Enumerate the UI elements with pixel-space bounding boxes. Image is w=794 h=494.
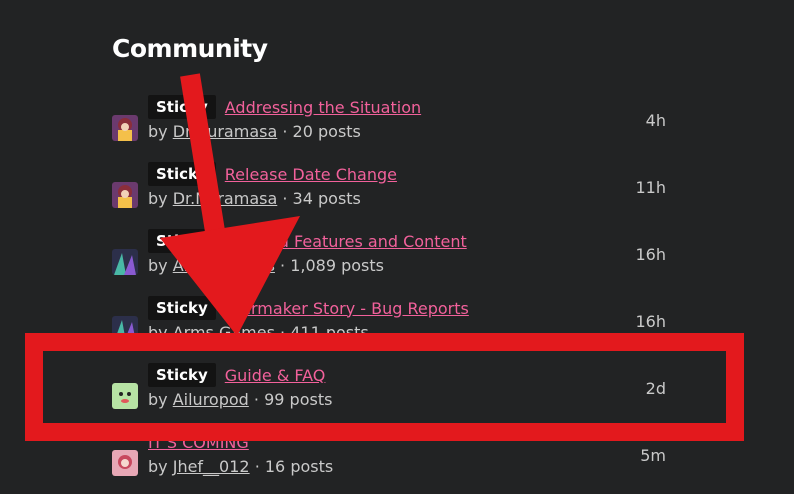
avatar[interactable]: [112, 115, 138, 141]
sticky-badge: Sticky: [148, 363, 216, 387]
by-label: by: [148, 256, 168, 275]
sticky-badge: Sticky: [148, 229, 216, 253]
thread-row[interactable]: Sticky Addressing the Situation by Dr.Nu…: [112, 95, 672, 159]
separator: ·: [280, 256, 286, 275]
by-label: by: [148, 457, 168, 476]
page-title: Community: [112, 34, 268, 63]
post-count: 16 posts: [264, 457, 334, 476]
last-activity-time: 4h: [645, 111, 666, 130]
separator: ·: [280, 323, 286, 342]
thread-title-link[interactable]: Starmaker Story - Bug Reports: [225, 299, 469, 318]
post-count: 99 posts: [264, 390, 333, 409]
by-label: by: [148, 323, 168, 342]
post-count: 411 posts: [290, 323, 369, 342]
avatar[interactable]: [112, 249, 138, 275]
last-activity-time: 5m: [640, 446, 666, 465]
sticky-badge: Sticky: [148, 296, 216, 320]
thread-title-link[interactable]: Addressing the Situation: [225, 98, 421, 117]
author-link[interactable]: Ailuropod: [173, 390, 249, 409]
author-link[interactable]: Dr.Nuramasa: [173, 122, 278, 141]
by-label: by: [148, 390, 168, 409]
avatar[interactable]: [112, 182, 138, 208]
author-link[interactable]: Jhef__012: [173, 457, 250, 476]
sticky-badge: Sticky: [148, 162, 216, 186]
author-link[interactable]: Arms Games: [173, 323, 275, 342]
post-count: 20 posts: [292, 122, 361, 141]
thread-row[interactable]: IT'S COMING by Jhef__012 · 16 posts 5m: [112, 433, 672, 494]
post-count: 1,089 posts: [290, 256, 384, 275]
author-link[interactable]: Arms Games: [173, 256, 275, 275]
post-count: 34 posts: [292, 189, 361, 208]
thread-title-link[interactable]: Release Date Change: [225, 165, 397, 184]
sticky-badge: Sticky: [148, 95, 216, 119]
separator: ·: [282, 122, 288, 141]
thread-row[interactable]: Sticky Release Date Change by Dr.Nuramas…: [112, 162, 672, 226]
last-activity-time: 11h: [635, 178, 667, 197]
thread-title-link[interactable]: Planned Features and Content: [225, 232, 467, 251]
separator: ·: [282, 189, 288, 208]
thread-row[interactable]: Sticky Planned Features and Content by A…: [112, 229, 672, 293]
thread-title-link[interactable]: Guide & FAQ: [225, 366, 326, 385]
avatar[interactable]: [112, 450, 138, 476]
thread-row[interactable]: Sticky Starmaker Story - Bug Reports by …: [112, 296, 672, 360]
separator: ·: [253, 390, 259, 409]
separator: ·: [254, 457, 260, 476]
avatar[interactable]: [112, 383, 138, 409]
author-link[interactable]: Dr.Nuramasa: [173, 189, 278, 208]
avatar[interactable]: [112, 316, 138, 342]
last-activity-time: 16h: [635, 245, 667, 264]
by-label: by: [148, 189, 168, 208]
thread-title-link[interactable]: IT'S COMING: [148, 433, 249, 452]
last-activity-time: 16h: [635, 312, 667, 331]
thread-row[interactable]: Sticky Guide & FAQ by Ailuropod · 99 pos…: [112, 363, 672, 427]
last-activity-time: 2d: [645, 379, 666, 398]
by-label: by: [148, 122, 168, 141]
